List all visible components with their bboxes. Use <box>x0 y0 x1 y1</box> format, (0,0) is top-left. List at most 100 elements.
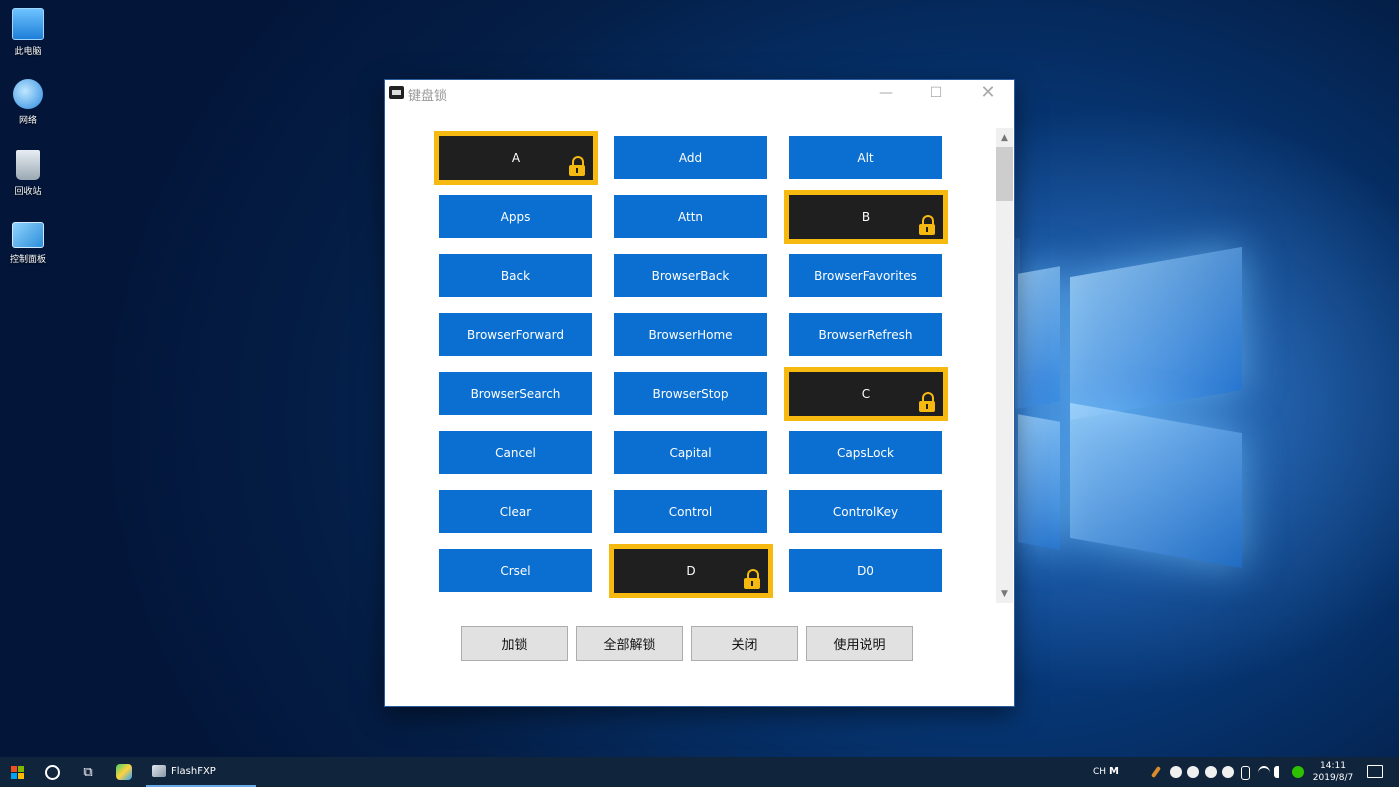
notification-center-icon[interactable] <box>1367 765 1383 778</box>
taskbar-app-player[interactable] <box>110 757 138 787</box>
key-button[interactable]: Apps <box>439 195 592 238</box>
key-button[interactable]: Capital <box>614 431 767 474</box>
key-label: BrowserFavorites <box>814 268 917 283</box>
taskbar-app-label: FlashFXP <box>171 765 216 777</box>
key-label: Add <box>678 150 703 165</box>
volume-icon[interactable] <box>1274 766 1281 778</box>
battery-icon[interactable] <box>1241 766 1250 780</box>
key-button[interactable]: ControlKey <box>789 490 942 533</box>
key-label: Cancel <box>495 445 536 460</box>
task-view-button[interactable]: ⧉ <box>72 757 104 787</box>
key-button[interactable]: BrowserRefresh <box>789 313 942 356</box>
ime-language-indicator[interactable]: CH <box>1093 757 1106 787</box>
key-label: Back <box>500 268 531 283</box>
ime-mode-indicator[interactable]: M <box>1109 757 1119 787</box>
title-bar[interactable]: 键盘锁 — ☐ ✕ <box>385 80 1014 106</box>
maximize-button[interactable]: ☐ <box>913 80 959 106</box>
vertical-scrollbar[interactable]: ▲ ▼ <box>996 128 1013 603</box>
taskbar-app-flashfxp[interactable]: FlashFXP <box>146 757 256 787</box>
qq-tray-icon[interactable] <box>1205 766 1217 778</box>
key-button[interactable]: BrowserSearch <box>439 372 592 415</box>
key-button[interactable]: Add <box>614 136 767 179</box>
key-label: Control <box>668 504 713 519</box>
key-button[interactable]: BrowserHome <box>614 313 767 356</box>
cortana-circle-icon <box>44 764 60 780</box>
help-button[interactable]: 使用说明 <box>806 626 913 661</box>
app-keyboard-icon <box>389 86 404 99</box>
computer-icon <box>12 8 44 40</box>
desktop-icon-recycle-bin[interactable]: 回收站 <box>5 150 51 197</box>
wechat-icon[interactable] <box>1292 766 1304 778</box>
key-button[interactable]: D0 <box>789 549 942 592</box>
key-label: BrowserBack <box>651 268 730 283</box>
key-button[interactable]: BrowserStop <box>614 372 767 415</box>
locked-key-button[interactable]: A <box>434 131 598 185</box>
locked-key-button[interactable]: D <box>609 544 773 598</box>
close-button[interactable]: 关闭 <box>691 626 798 661</box>
qq-tray-icon[interactable] <box>1187 766 1199 778</box>
scroll-up-arrow-icon[interactable]: ▲ <box>996 130 1013 147</box>
key-label: CapsLock <box>837 445 894 460</box>
key-button[interactable]: CapsLock <box>789 431 942 474</box>
key-button[interactable]: Alt <box>789 136 942 179</box>
lock-button[interactable]: 加锁 <box>461 626 568 661</box>
key-label: Clear <box>499 504 532 519</box>
keyboard-lock-window: 键盘锁 — ☐ ✕ A Add Alt Apps Attn B Back BrowserBac… <box>385 80 1014 706</box>
desktop-icon-control-panel[interactable]: 控制面板 <box>5 222 51 265</box>
key-label: BrowserStop <box>652 386 729 401</box>
key-label: A <box>511 151 521 165</box>
close-window-button[interactable]: ✕ <box>965 80 1011 106</box>
lock-icon <box>919 215 935 235</box>
key-grid: A Add Alt Apps Attn B Back BrowserBack BrowserFa… <box>433 128 993 603</box>
desktop-icon-label: 回收站 <box>14 187 42 197</box>
key-label: Alt <box>857 150 874 165</box>
minimize-button[interactable]: — <box>863 80 909 106</box>
key-label: BrowserForward <box>467 327 564 342</box>
network-icon <box>13 79 43 109</box>
key-label: Apps <box>500 209 531 224</box>
wallpaper-logo-pane <box>1070 402 1242 569</box>
key-label: Attn <box>677 209 703 224</box>
scrollbar-thumb[interactable] <box>996 147 1013 201</box>
key-button[interactable]: Back <box>439 254 592 297</box>
key-label: BrowserRefresh <box>818 327 913 342</box>
start-button[interactable] <box>0 757 34 787</box>
locked-key-button[interactable]: C <box>784 367 948 421</box>
key-label: Capital <box>669 445 712 460</box>
locked-key-button[interactable]: B <box>784 190 948 244</box>
desktop-icon-computer[interactable]: 此电脑 <box>5 8 51 57</box>
wallpaper-logo-pane <box>1018 414 1060 550</box>
wallpaper-logo-pane <box>1070 246 1242 421</box>
cortana-search-button[interactable] <box>36 757 68 787</box>
system-clock[interactable]: 14:11 2019/8/7 <box>1308 760 1358 784</box>
scroll-down-arrow-icon[interactable]: ▼ <box>996 586 1013 603</box>
key-label: C <box>861 387 871 401</box>
media-player-icon <box>116 764 132 780</box>
clock-time: 14:11 <box>1320 761 1346 771</box>
key-button[interactable]: Attn <box>614 195 767 238</box>
desktop-icon-label: 此电脑 <box>14 47 42 57</box>
key-label: D <box>686 564 696 578</box>
wallpaper-logo-pane <box>1018 266 1060 409</box>
key-button[interactable]: Cancel <box>439 431 592 474</box>
unlock-all-button[interactable]: 全部解锁 <box>576 626 683 661</box>
desktop-icon-label: 网络 <box>18 116 37 126</box>
key-button[interactable]: BrowserForward <box>439 313 592 356</box>
qq-tray-icon[interactable] <box>1222 766 1234 778</box>
key-button[interactable]: BrowserFavorites <box>789 254 942 297</box>
key-button[interactable]: Control <box>614 490 767 533</box>
lock-icon <box>919 392 935 412</box>
qq-tray-icon[interactable] <box>1170 766 1182 778</box>
flashfxp-icon <box>152 765 166 777</box>
windows-start-icon <box>10 765 24 779</box>
key-label: BrowserSearch <box>470 386 561 401</box>
key-button[interactable]: Clear <box>439 490 592 533</box>
key-button[interactable]: BrowserBack <box>614 254 767 297</box>
desktop-icon-network[interactable]: 网络 <box>5 79 51 126</box>
lock-icon <box>744 569 760 589</box>
pen-tray-icon[interactable] <box>1150 765 1162 779</box>
key-label: Crsel <box>500 563 531 578</box>
key-button[interactable]: Crsel <box>439 549 592 592</box>
wifi-icon[interactable] <box>1258 766 1270 780</box>
recycle-bin-icon <box>16 150 40 180</box>
